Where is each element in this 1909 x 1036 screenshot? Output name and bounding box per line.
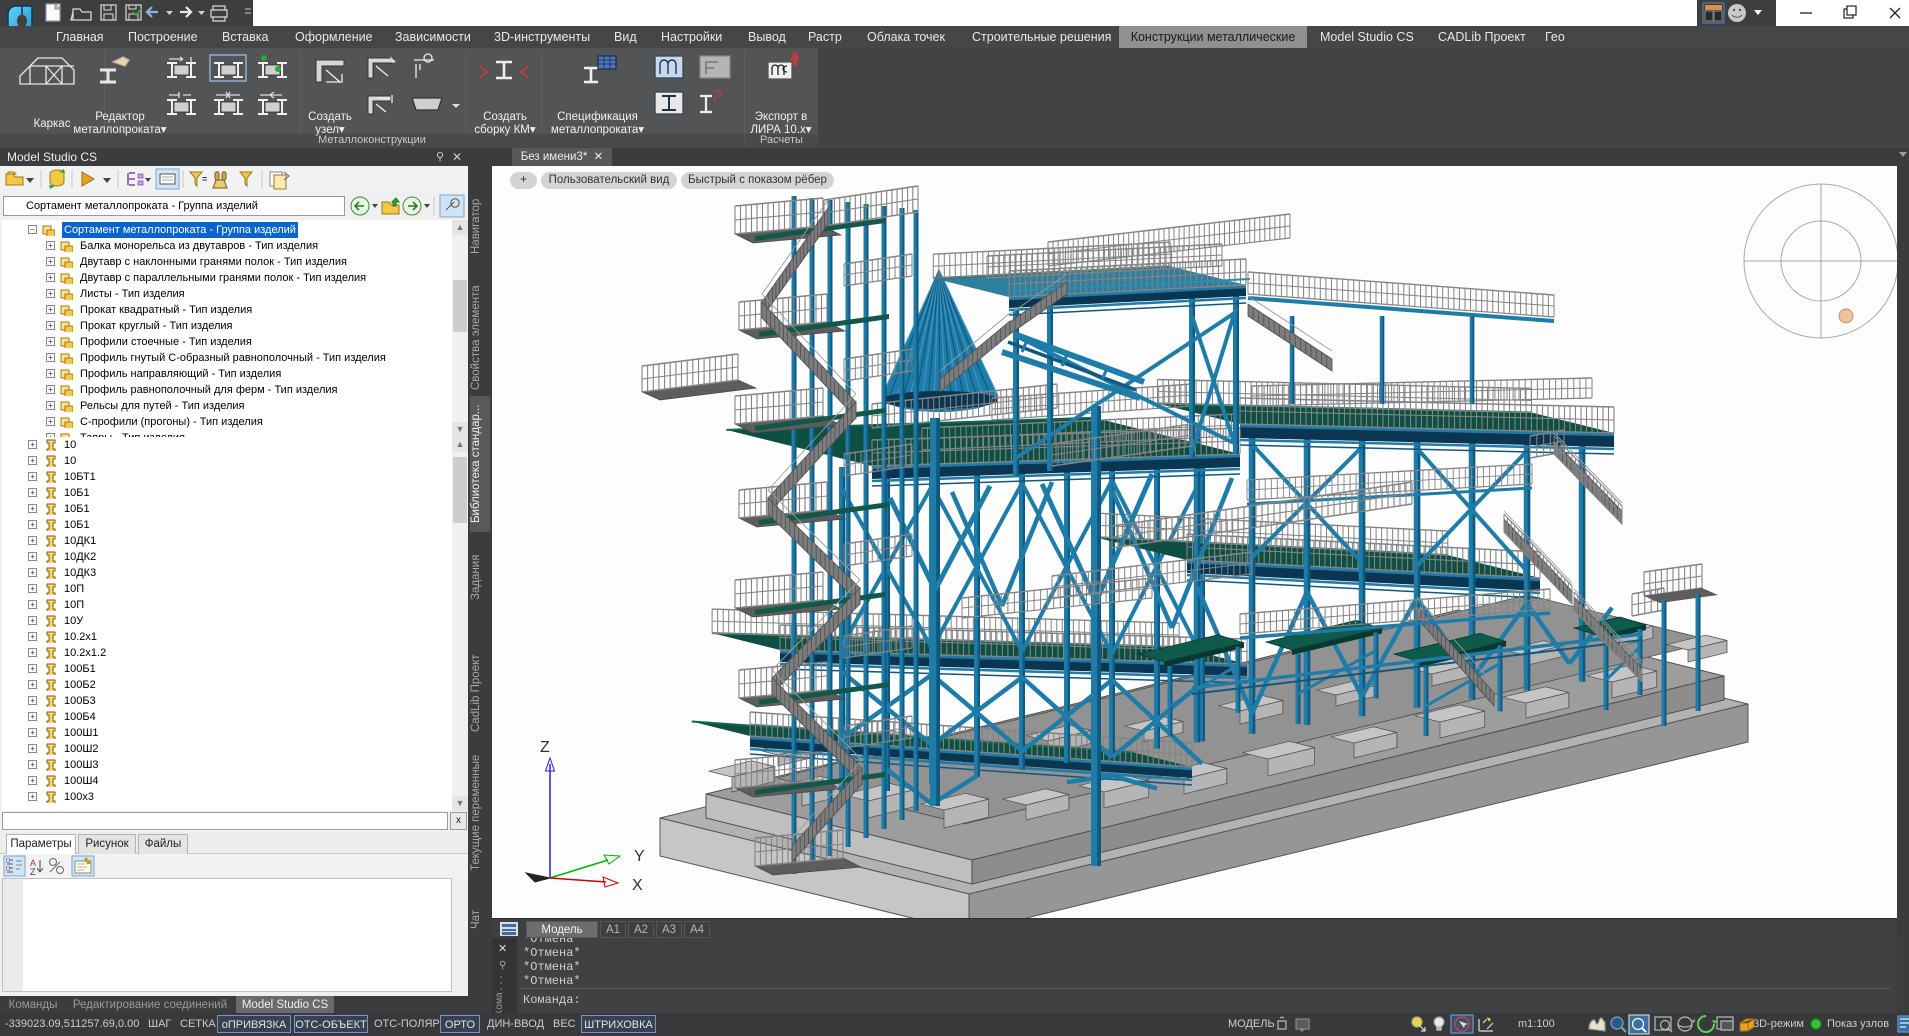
- svg-text:Z: Z: [540, 739, 550, 756]
- svg-text:=: =: [202, 174, 207, 184]
- svg-text:Z: Z: [30, 867, 36, 877]
- svg-text:Y: Y: [634, 848, 645, 865]
- svg-text:X: X: [632, 877, 643, 894]
